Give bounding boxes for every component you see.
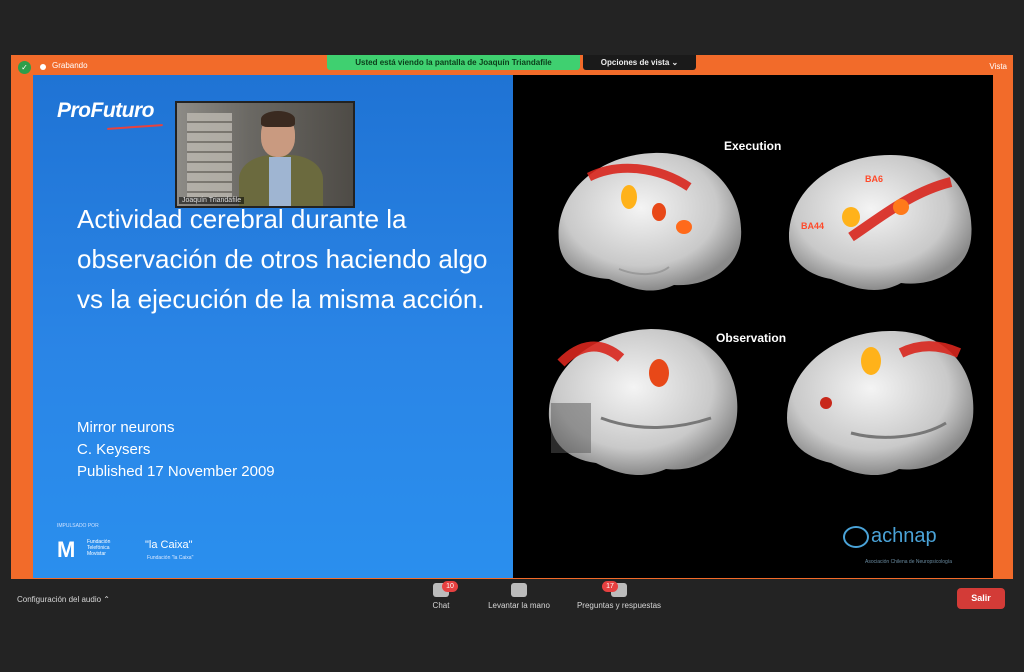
record-icon — [40, 64, 46, 70]
brain-image-observation-left — [548, 329, 738, 476]
speaker-video-thumbnail[interactable]: Joaquín Triandafile — [175, 101, 355, 208]
la-caixa-foundation-text: Fundación "la Caixa" — [147, 555, 194, 561]
sponsor-logos: IMPULSADO POR M Fundación Telefónica Mov… — [57, 523, 237, 568]
hand-icon — [511, 583, 527, 597]
slide-title: Actividad cerebral durante la observació… — [77, 204, 488, 314]
brain-image-execution-right: BA6 BA44 — [789, 155, 972, 291]
chat-button[interactable]: 10 Chat — [424, 581, 458, 610]
bookshelf — [187, 113, 232, 198]
sponsor-label: IMPULSADO POR — [57, 523, 99, 529]
reference-line: C. Keysers — [77, 441, 151, 458]
audio-settings-button[interactable]: Configuración del audio ⌃ — [17, 595, 110, 604]
telefonica-foundation-text: Fundación Telefónica Movistar — [87, 539, 111, 557]
view-options-button[interactable]: Opciones de vista ⌄ — [583, 55, 696, 70]
brain-label: BA6 — [865, 174, 883, 184]
shield-icon[interactable]: ✓ — [18, 61, 31, 74]
shared-slide: ProFuturo Joaquín Triandafile Actividad … — [33, 75, 993, 578]
qa-button[interactable]: 17 Preguntas y respuestas — [566, 581, 672, 610]
recording-label: Grabando — [52, 61, 88, 70]
achnap-subtitle: Asociación Chilena de Neuropsicología — [865, 559, 952, 565]
achnap-logo: achnap — [843, 525, 937, 548]
profuturo-logo: ProFuturo — [57, 99, 154, 122]
movistar-logo: M — [57, 537, 76, 562]
slide-references: Mirror neurons C. Keysers Published 17 N… — [77, 417, 275, 483]
reference-line: Mirror neurons — [77, 419, 175, 436]
qa-badge: 17 — [602, 581, 618, 592]
brain-image-execution-left — [558, 152, 742, 291]
slide-right-panel: Execution Observation BA6 BA44 achnap As… — [513, 75, 993, 578]
brain-label: BA44 — [801, 221, 824, 231]
logo-underline — [106, 124, 164, 130]
raise-hand-button[interactable]: Levantar la mano — [478, 583, 560, 610]
reference-line: Published 17 November 2009 — [77, 463, 275, 480]
brain-image-observation-right — [787, 331, 974, 476]
slide-left-panel: ProFuturo Joaquín Triandafile Actividad … — [33, 75, 513, 578]
chat-badge: 10 — [442, 581, 458, 592]
leave-button[interactable]: Salir — [957, 588, 1005, 609]
share-banner: Usted está viendo la pantalla de Joaquín… — [327, 55, 580, 70]
view-button[interactable]: Vista — [965, 60, 1007, 73]
speech-bubble-icon — [843, 525, 869, 548]
la-caixa-logo: "la Caixa" — [145, 539, 193, 551]
